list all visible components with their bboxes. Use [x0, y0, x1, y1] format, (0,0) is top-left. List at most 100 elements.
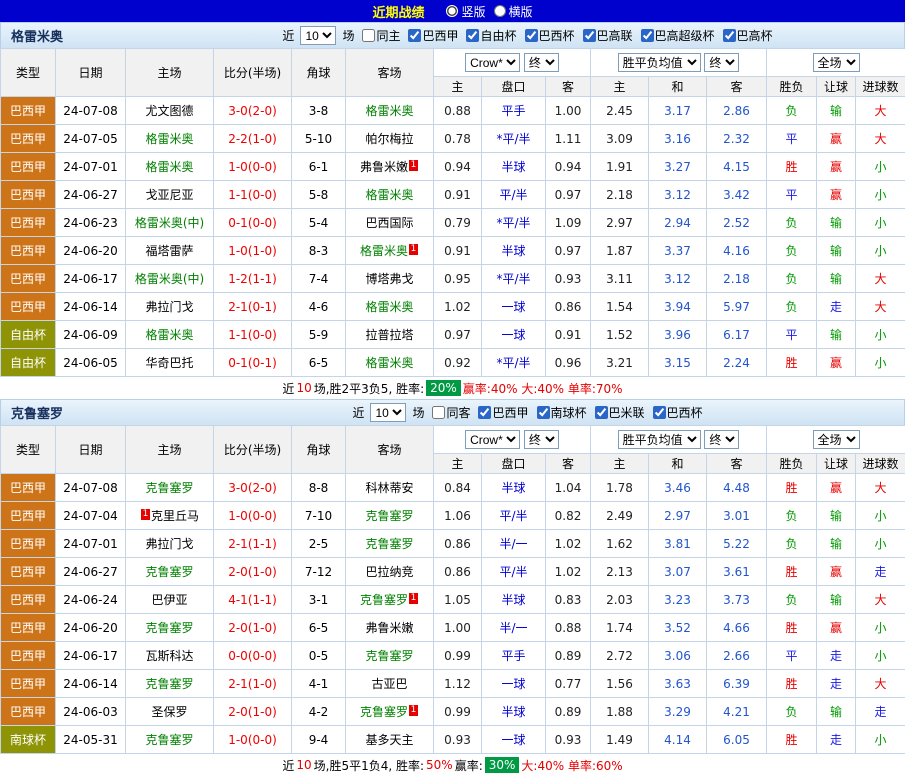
summary-bar: 近10场,胜5平1负4, 胜率:50% 赢率: 30% 大:40% 单率:60%: [0, 754, 905, 776]
match-count-select[interactable]: 10: [370, 403, 406, 422]
avg-draw-cell: 3.07: [649, 558, 707, 586]
horizontal-layout-radio[interactable]: [494, 5, 506, 17]
team-name-text: 克鲁塞罗: [145, 565, 193, 579]
handicap-cell: *平/半: [482, 125, 546, 153]
avg-stage-select[interactable]: 终: [704, 53, 739, 72]
home-team-cell: 克鲁塞罗: [126, 726, 214, 754]
book-home-odds-cell: 0.79: [434, 209, 482, 237]
competition-filter[interactable]: 巴西杯: [525, 27, 575, 44]
competition-filter[interactable]: 自由杯: [466, 27, 516, 44]
same-venue-filter[interactable]: 同客: [432, 404, 470, 421]
date-cell: 24-07-04: [56, 502, 126, 530]
book-home-odds-cell: 0.84: [434, 474, 482, 502]
avg-home-cell: 1.49: [591, 726, 649, 754]
competition-filter[interactable]: 巴高联: [583, 27, 633, 44]
date-cell: 24-06-14: [56, 670, 126, 698]
avg-home-cell: 2.03: [591, 586, 649, 614]
competition-filter[interactable]: 巴西甲: [478, 404, 528, 421]
table-row: 南球杯24-05-31克鲁塞罗1-0(0-0)9-4基多天主0.93一球0.93…: [1, 726, 905, 754]
team-name-text: 克鲁塞罗: [145, 677, 193, 691]
competition-filter-checkbox[interactable]: [723, 29, 736, 42]
score-cell: 2-0(1-0): [214, 698, 292, 726]
competition-filter-checkbox[interactable]: [466, 29, 479, 42]
vertical-layout-radio[interactable]: [446, 5, 458, 17]
handicap-result-cell: 赢: [817, 558, 856, 586]
goals-result-cell: 小: [856, 209, 905, 237]
horizontal-layout-option[interactable]: 横版: [494, 3, 533, 20]
vertical-layout-option[interactable]: 竖版: [446, 3, 485, 20]
result-cell: 平: [767, 642, 817, 670]
goals-result-cell: 小: [856, 153, 905, 181]
handicap-cell: 平手: [482, 97, 546, 125]
competition-filter-checkbox[interactable]: [408, 29, 421, 42]
avg-draw-cell: 3.94: [649, 293, 707, 321]
avg-home-cell: 1.62: [591, 530, 649, 558]
team-name-text: 弗鲁米嫩: [360, 160, 408, 174]
book-away-odds-cell: 1.11: [546, 125, 591, 153]
avg-draw-cell: 3.81: [649, 530, 707, 558]
same-venue-filter[interactable]: 同主: [362, 27, 400, 44]
score-cell: 2-1(1-0): [214, 670, 292, 698]
book-home-odds-cell: 1.12: [434, 670, 482, 698]
competition-filter[interactable]: 巴高超级杯: [641, 27, 715, 44]
corners-cell: 4-2: [292, 698, 346, 726]
competition-filter-label: 巴高超级杯: [655, 27, 715, 44]
date-cell: 24-06-23: [56, 209, 126, 237]
handicap-cell: 半球: [482, 698, 546, 726]
result-cell: 负: [767, 586, 817, 614]
bookmaker-stage-select[interactable]: 终: [524, 430, 559, 449]
competition-filter-checkbox[interactable]: [525, 29, 538, 42]
competition-filter-checkbox[interactable]: [641, 29, 654, 42]
avg-odds-header: 胜平负均值 终: [591, 426, 767, 454]
book-away-odds-cell: 0.94: [546, 153, 591, 181]
table-row: 巴西甲24-06-14弗拉门戈2-1(0-1)4-6格雷米奥1.02一球0.86…: [1, 293, 905, 321]
fulltime-select[interactable]: 全场: [813, 53, 860, 72]
col-home: 主场: [126, 426, 214, 474]
bookmaker-select[interactable]: Crow*: [465, 53, 520, 72]
corners-cell: 9-4: [292, 726, 346, 754]
competition-filter[interactable]: 巴米联: [595, 404, 645, 421]
team-name: 格雷米奥: [1, 26, 151, 45]
avg-odds-select[interactable]: 胜平负均值: [618, 53, 701, 72]
away-team-cell: 克鲁塞罗: [346, 642, 434, 670]
competition-filter[interactable]: 巴西杯: [653, 404, 703, 421]
avg-odds-select[interactable]: 胜平负均值: [618, 430, 701, 449]
avg-stage-select[interactable]: 终: [704, 430, 739, 449]
competition-filter-label: 自由杯: [480, 27, 516, 44]
match-count-select[interactable]: 10: [300, 26, 336, 45]
avg-home-cell: 2.72: [591, 642, 649, 670]
handicap-cell: 半/一: [482, 614, 546, 642]
bookmaker-select[interactable]: Crow*: [465, 430, 520, 449]
table-row: 巴西甲24-06-23格雷米奥(中)0-1(0-0)5-4巴西国际0.79*平/…: [1, 209, 905, 237]
competition-filter-checkbox[interactable]: [653, 406, 666, 419]
book-home-odds-cell: 1.06: [434, 502, 482, 530]
same-venue-filter-checkbox[interactable]: [432, 406, 445, 419]
competition-filter-checkbox[interactable]: [583, 29, 596, 42]
avg-away-cell: 5.97: [707, 293, 767, 321]
book-home-odds-cell: 1.00: [434, 614, 482, 642]
same-venue-filter-checkbox[interactable]: [362, 29, 375, 42]
competition-filter-checkbox[interactable]: [537, 406, 550, 419]
sub-away-odds: 客: [546, 454, 591, 474]
avg-draw-cell: 3.12: [649, 265, 707, 293]
goals-result-cell: 小: [856, 642, 905, 670]
red-card-badge: 1: [409, 705, 418, 716]
competition-cell: 巴西甲: [1, 237, 56, 265]
fulltime-select[interactable]: 全场: [813, 430, 860, 449]
handicap-result-cell: 输: [817, 97, 856, 125]
result-cell: 胜: [767, 474, 817, 502]
same-venue-filter-label: 同主: [376, 27, 400, 44]
team-name-text: 巴拉纳竞: [365, 565, 413, 579]
competition-filter-checkbox[interactable]: [595, 406, 608, 419]
score-cell: 2-0(1-0): [214, 558, 292, 586]
book-home-odds-cell: 0.95: [434, 265, 482, 293]
bookmaker-stage-select[interactable]: 终: [524, 53, 559, 72]
competition-cell: 巴西甲: [1, 698, 56, 726]
competition-filter-checkbox[interactable]: [478, 406, 491, 419]
competition-filter[interactable]: 巴高杯: [723, 27, 773, 44]
competition-filter-label: 巴西杯: [667, 404, 703, 421]
competition-filter[interactable]: 南球杯: [537, 404, 587, 421]
competition-filter[interactable]: 巴西甲: [408, 27, 458, 44]
avg-draw-cell: 3.27: [649, 153, 707, 181]
handicap-result-cell: 走: [817, 726, 856, 754]
